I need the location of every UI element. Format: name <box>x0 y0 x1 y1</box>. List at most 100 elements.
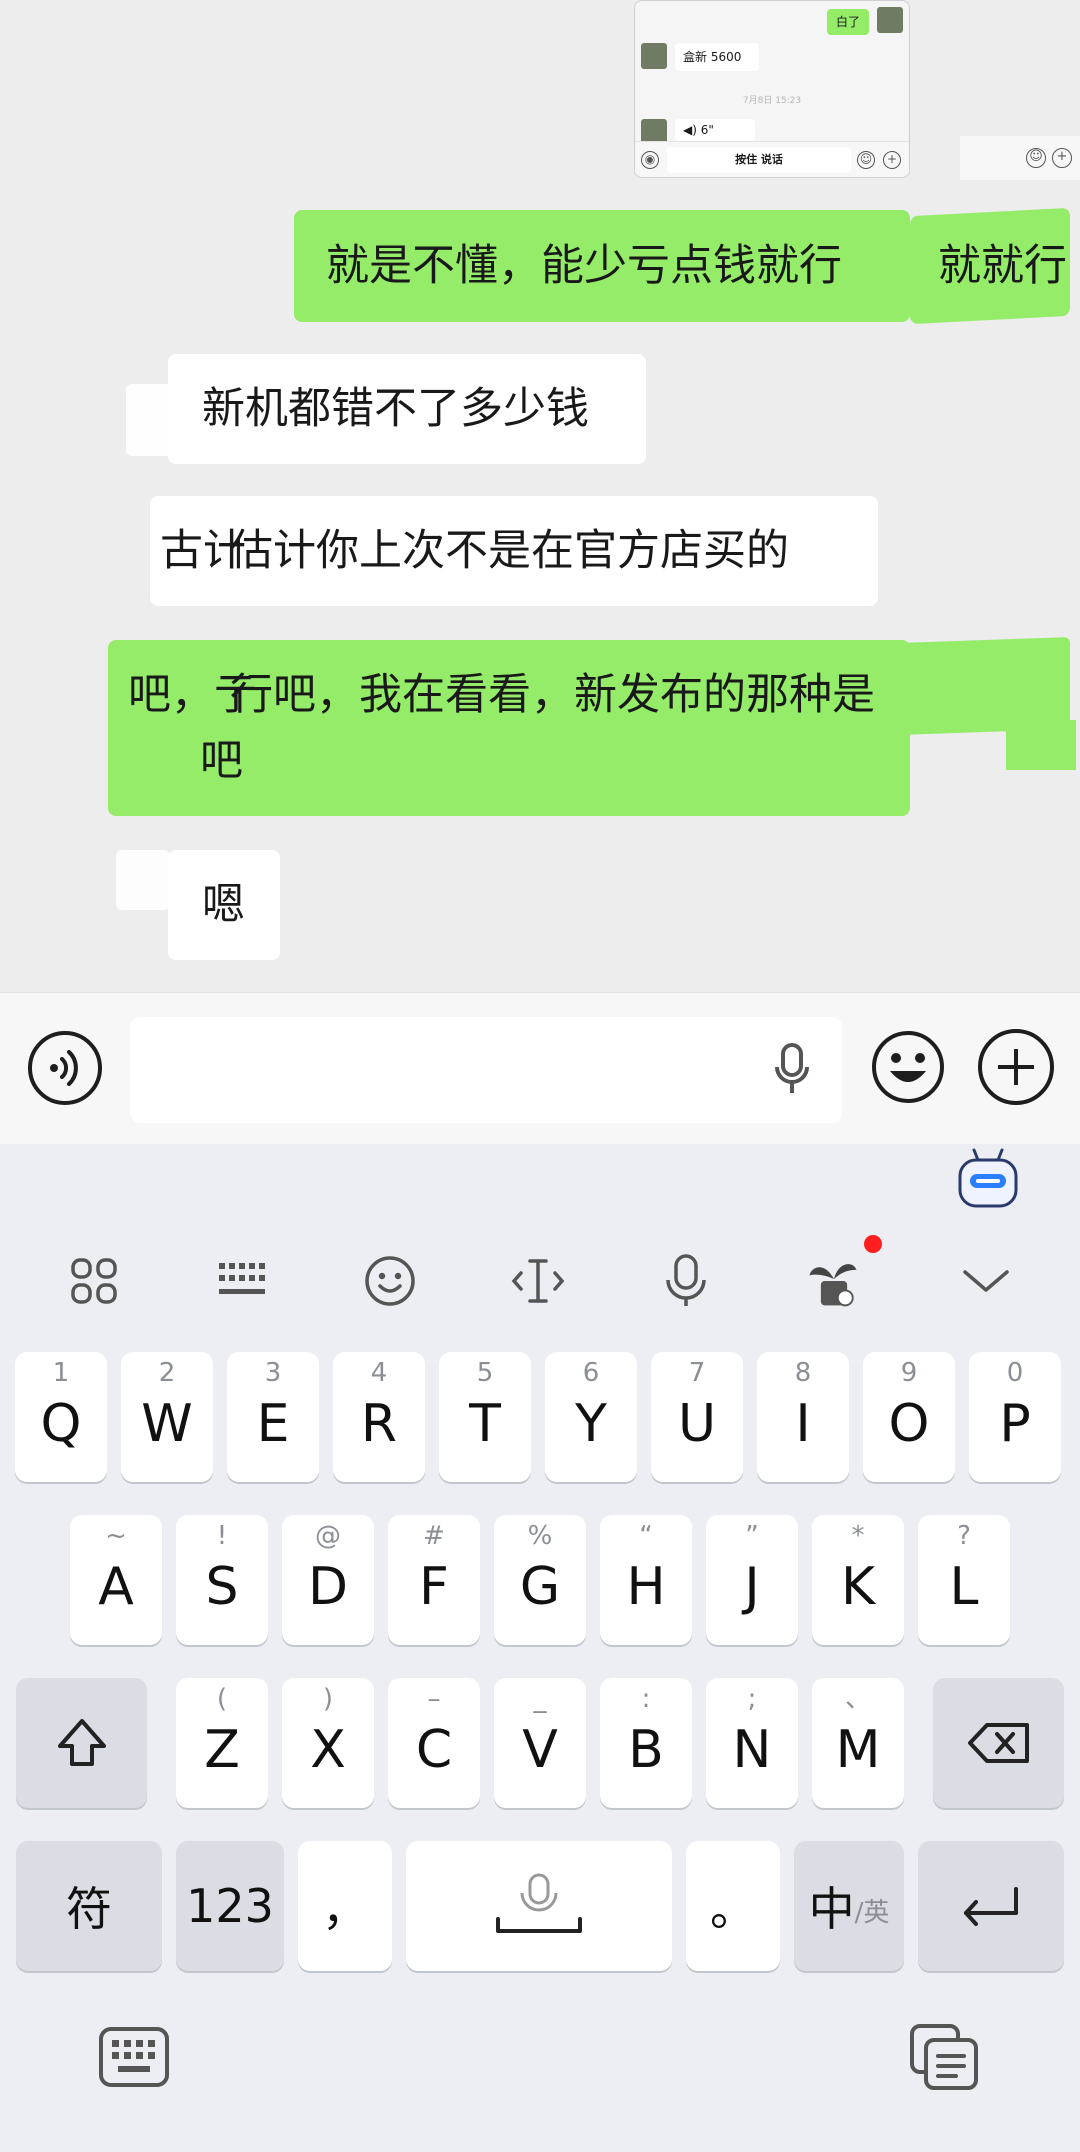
key-d[interactable]: @ D <box>282 1515 374 1645</box>
key-k[interactable]: * K <box>812 1515 904 1645</box>
key-i[interactable]: 8I <box>757 1352 849 1482</box>
preview-avatar <box>641 43 667 69</box>
preview-price-bubble: 盒新 5600 <box>675 43 759 71</box>
ai-assistant-icon[interactable] <box>956 1148 1020 1210</box>
key-secondary-label: 2 <box>158 1358 176 1388</box>
key-label: O <box>888 1394 930 1454</box>
keyboard-layout-icon[interactable] <box>212 1253 272 1309</box>
key-secondary-label: 4 <box>370 1358 388 1388</box>
ghost-plus-icon: + <box>1052 148 1072 168</box>
collapse-keyboard-icon[interactable] <box>956 1253 1016 1309</box>
key-secondary-label: ” <box>745 1521 759 1551</box>
key-m[interactable]: 、 M <box>812 1678 904 1808</box>
shift-key[interactable] <box>16 1678 147 1808</box>
preview-timestamp: 7月8日 15:23 <box>742 96 802 106</box>
key-n[interactable]: ; N <box>706 1678 798 1808</box>
language-switch-key[interactable]: 中/英 <box>794 1841 904 1971</box>
key-y[interactable]: 6Y <box>545 1352 637 1482</box>
key-secondary-label: 5 <box>476 1358 494 1388</box>
message-input[interactable] <box>130 1017 842 1123</box>
cursor-move-icon[interactable] <box>508 1253 568 1309</box>
message-received[interactable]: 新机都错不了多少钱 <box>168 354 646 464</box>
key-b[interactable]: :B <box>600 1678 692 1808</box>
key-secondary-label: 9 <box>900 1358 918 1388</box>
key-o[interactable]: 9O <box>863 1352 955 1482</box>
preview-voice-bubble: ◀) 6" <box>675 119 755 141</box>
clipboard-icon[interactable] <box>908 2022 980 2092</box>
key-l[interactable]: ? L <box>918 1515 1010 1645</box>
key-p[interactable]: 0P <box>969 1352 1061 1482</box>
key-label: K <box>840 1557 876 1617</box>
enter-key[interactable] <box>918 1841 1064 1971</box>
motion-ghost-text: 古计 <box>160 526 246 576</box>
message-received[interactable]: 嗯 <box>168 850 280 960</box>
number-key[interactable]: 123 <box>176 1841 284 1971</box>
key-g[interactable]: % G <box>494 1515 586 1645</box>
key-label: Q <box>40 1394 82 1454</box>
key-secondary-label: * <box>851 1521 865 1551</box>
keyboard-switch-icon[interactable] <box>98 2026 170 2088</box>
message-text-line2: 吧 <box>200 736 243 786</box>
key-label: H <box>626 1557 666 1617</box>
chat-area: 白了 盒新 5600 7月8日 15:23 ◀) 6" ◉ 按住 说话 ☺ + … <box>0 0 1080 992</box>
key-secondary-label: # <box>423 1521 445 1551</box>
key-label: U <box>677 1394 717 1454</box>
key-secondary-label: ~ <box>105 1521 127 1551</box>
key-j[interactable]: ” J <box>706 1515 798 1645</box>
key-v[interactable]: _ V <box>494 1678 586 1808</box>
key-w[interactable]: 2W <box>121 1352 213 1482</box>
key-label: M <box>835 1720 881 1780</box>
key-a[interactable]: ~ A <box>70 1515 162 1645</box>
key-e[interactable]: 3E <box>227 1352 319 1482</box>
microphone-icon[interactable] <box>774 1043 810 1097</box>
chat-input-bar <box>0 992 1080 1144</box>
key-label: F <box>419 1557 449 1617</box>
key-f[interactable]: # F <box>388 1515 480 1645</box>
key-t[interactable]: 5T <box>439 1352 531 1482</box>
key-secondary-label: % <box>527 1521 553 1551</box>
preview-voice-icon: ◉ <box>641 151 659 169</box>
key-label: C <box>415 1720 453 1780</box>
key-secondary-label: ) <box>322 1684 334 1714</box>
message-sent[interactable]: 就是不懂，能少亏点钱就行 <box>294 210 910 322</box>
number-key-label: 123 <box>186 1879 274 1933</box>
key-label: T <box>469 1394 501 1454</box>
key-secondary-label: – <box>427 1684 441 1714</box>
chat-screenshot-preview[interactable]: 白了 盒新 5600 7月8日 15:23 ◀) 6" ◉ 按住 说话 ☺ + <box>634 0 910 178</box>
key-h[interactable]: “H <box>600 1515 692 1645</box>
key-secondary-label: ? <box>957 1521 971 1551</box>
voice-input-icon[interactable] <box>28 1031 102 1105</box>
key-secondary-label: ( <box>216 1684 228 1714</box>
backspace-key[interactable] <box>933 1678 1064 1808</box>
comma-key[interactable]: ， <box>298 1841 392 1971</box>
message-received[interactable]: 估计你上次不是在官方店买的 <box>150 496 878 606</box>
key-label: D <box>307 1557 349 1617</box>
preview-emoji-icon: ☺ <box>857 151 875 169</box>
key-x[interactable]: ) X <box>282 1678 374 1808</box>
key-label: B <box>628 1720 664 1780</box>
key-label: W <box>141 1394 193 1454</box>
plant-skin-icon[interactable] <box>804 1253 864 1309</box>
key-u[interactable]: 7U <box>651 1352 743 1482</box>
space-key[interactable] <box>406 1841 672 1971</box>
plus-icon[interactable] <box>978 1029 1054 1105</box>
key-z[interactable]: (Z <box>176 1678 268 1808</box>
symbol-key[interactable]: 符 <box>16 1841 162 1971</box>
key-label: R <box>360 1394 398 1454</box>
apps-grid-icon[interactable] <box>64 1253 124 1309</box>
symbol-key-label: 符 <box>66 1882 112 1936</box>
key-s[interactable]: ! S <box>176 1515 268 1645</box>
key-label: L <box>949 1557 979 1617</box>
key-secondary-label: 、 <box>844 1684 871 1714</box>
period-key[interactable]: 。 <box>686 1841 780 1971</box>
period-key-label: 。 <box>710 1882 756 1936</box>
key-secondary-label: 6 <box>582 1358 600 1388</box>
motion-smear <box>1006 720 1076 770</box>
emoji-icon[interactable] <box>870 1029 946 1105</box>
key-c[interactable]: – C <box>388 1678 480 1808</box>
microphone-icon[interactable] <box>656 1253 716 1309</box>
key-r[interactable]: 4R <box>333 1352 425 1482</box>
emoji-icon[interactable] <box>360 1253 420 1309</box>
keyboard-toolbar <box>0 1235 1080 1325</box>
key-q[interactable]: 1Q <box>15 1352 107 1482</box>
